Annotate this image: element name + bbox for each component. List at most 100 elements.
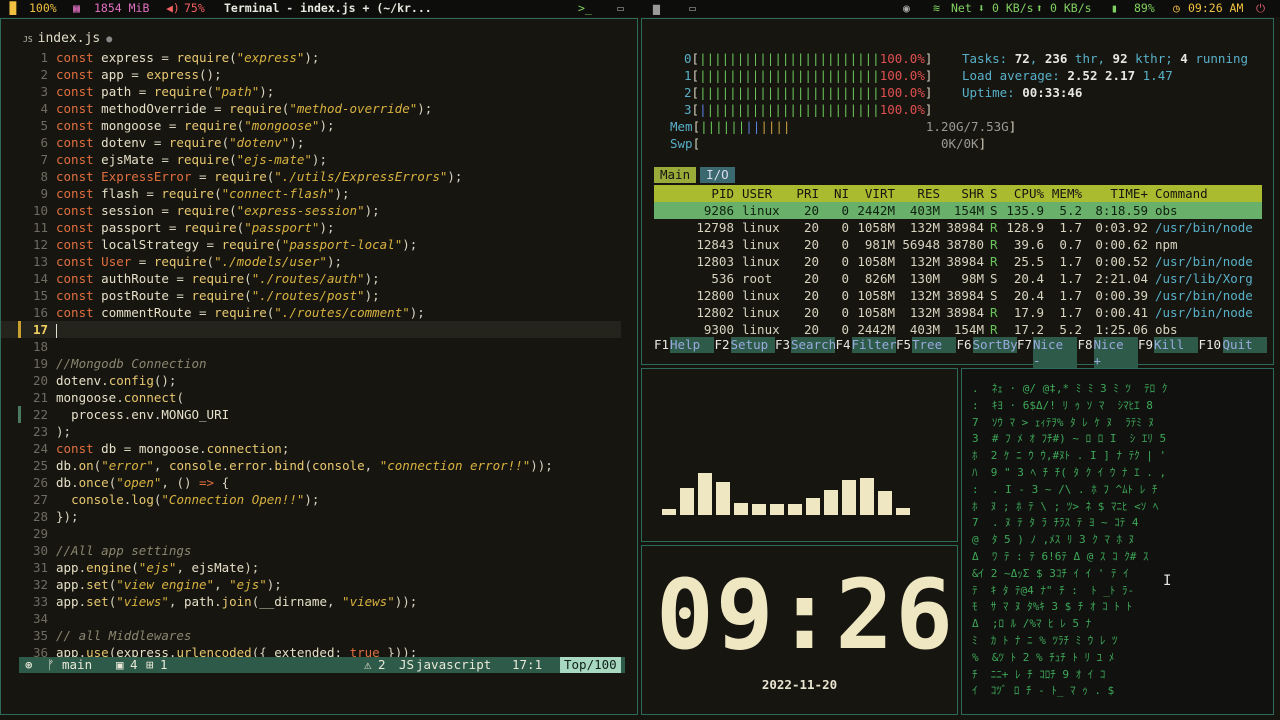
process-cpu: 135.9 xyxy=(1006,203,1044,218)
code-line[interactable]: 13 const User = require("./models/user"); xyxy=(1,253,621,270)
folder-icon[interactable]: ▆ xyxy=(653,0,660,17)
process-row[interactable]: 12803 linux 20 0 1058M 132M 38984 R 25.5 1.7 0:00.… xyxy=(654,253,1262,270)
col-res[interactable]: RES xyxy=(898,185,940,202)
fkey-f7[interactable]: F7 xyxy=(1017,337,1032,353)
process-mem: 1.7 xyxy=(1059,220,1082,235)
fkey-action[interactable]: SortBy xyxy=(972,337,1018,353)
code-line[interactable]: 11 const passport = require("passport"); xyxy=(1,219,621,236)
fkey-action[interactable]: Filter xyxy=(851,337,897,353)
code-line[interactable]: 28}); xyxy=(1,508,621,525)
col-command[interactable]: Command xyxy=(1155,185,1208,202)
process-shr: 98M xyxy=(961,271,984,286)
code-line[interactable]: 24 const db = mongoose.connection; xyxy=(1,440,621,457)
code-line[interactable]: 20 dotenv.config(); xyxy=(1,372,621,389)
fkey-action[interactable]: Kill xyxy=(1154,337,1198,353)
process-row-selected[interactable]: 9286 linux 20 0 2442M 403M 154M S 135.9 5.2 8:18.5… xyxy=(654,202,1262,219)
code-line[interactable]: 32 app.set("view engine", "ejs"); xyxy=(1,576,621,593)
memory-meter: Mem[|||||||||||| 1.20G/7.53G] xyxy=(670,119,1017,134)
process-row[interactable]: 536 root 20 0 826M 130M 98M S 20.4 1.7 2:21.04/usr… xyxy=(654,270,1262,287)
process-virt: 1058M xyxy=(857,305,895,320)
fkey-f1[interactable]: F1 xyxy=(654,337,669,353)
col-ni[interactable]: NI xyxy=(822,185,849,202)
fkey-action[interactable]: Quit xyxy=(1222,337,1267,353)
code-line[interactable]: 26 db.once("open", () => { xyxy=(1,474,621,491)
process-shr: 154M xyxy=(953,322,984,337)
col-mem[interactable]: MEM% xyxy=(1047,185,1082,202)
fkey-f8[interactable]: F8 xyxy=(1078,337,1093,353)
code-line[interactable]: 22 process.env.MONGO_URI xyxy=(1,406,621,423)
code-line[interactable]: 8 const ExpressError = require("./utils/E… xyxy=(1,168,621,185)
editor-tab[interactable]: JS index.js ● xyxy=(23,31,112,46)
process-row[interactable]: 12800 linux 20 0 1058M 132M 38984 S 20.4 1.7 0:00.… xyxy=(654,287,1262,304)
code-line[interactable]: 35// all Middlewares xyxy=(1,627,621,644)
fkey-f9[interactable]: F9 xyxy=(1138,337,1153,353)
fkey-f3[interactable]: F3 xyxy=(775,337,790,353)
code-line[interactable]: 9 const flash = require("connect-flash"); xyxy=(1,185,621,202)
col-pid[interactable]: PID xyxy=(654,185,734,202)
display-icon[interactable]: ▭ xyxy=(689,0,696,17)
process-row[interactable]: 12802 linux 20 0 1058M 132M 38984 R 17.9 1.7 0:00.… xyxy=(654,304,1262,321)
col-cpu[interactable]: CPU% xyxy=(1002,185,1044,202)
process-ni: 0 xyxy=(841,305,849,320)
code-line[interactable]: 21 mongoose.connect( xyxy=(1,389,621,406)
process-row[interactable]: 12843 linux 20 0 981M 56948 38780 R 39.6 0.7 0:00.… xyxy=(654,236,1262,253)
process-pri: 20 xyxy=(803,322,819,337)
code-line[interactable]: 6 const dotenv = require("dotenv"); xyxy=(1,134,621,151)
fkey-action[interactable]: Tree xyxy=(912,337,956,353)
code-line[interactable]: 4 const methodOverride = require("method-… xyxy=(1,100,621,117)
cpu-meter: 3[||||||||||||||||||||||||100.0%] xyxy=(684,102,933,117)
process-row[interactable]: 9300 linux 20 0 2442M 403M 154M R 17.2 5.2 1:25.06… xyxy=(654,321,1262,338)
fkey-action[interactable]: Nice - xyxy=(1033,337,1077,369)
code-line-current[interactable]: 17 xyxy=(1,321,621,338)
tab-main[interactable]: Main xyxy=(654,167,697,183)
fkey-f2[interactable]: F2 xyxy=(715,337,730,353)
code-line[interactable]: 1 const express = require("express"); xyxy=(1,49,621,66)
fkey-action[interactable]: Setup xyxy=(730,337,775,353)
process-pid: 9286 xyxy=(703,203,734,218)
code-line[interactable]: 15 const postRoute = require("./routes/po… xyxy=(1,287,621,304)
code-line[interactable]: 14 const authRoute = require("./routes/au… xyxy=(1,270,621,287)
code-editor-pane[interactable]: JS index.js ● 1 const express = require("ex… xyxy=(0,18,638,715)
code-line[interactable]: 10 const session = require("express-sessi… xyxy=(1,202,621,219)
col-state[interactable]: S xyxy=(990,185,998,202)
code-line[interactable]: 29 xyxy=(1,525,621,542)
col-pri[interactable]: PRI xyxy=(784,185,819,202)
col-time[interactable]: TIME+ xyxy=(1086,185,1148,202)
process-row[interactable]: 12798 linux 20 0 1058M 132M 38984 R 128.9 1.7 0:03… xyxy=(654,219,1262,236)
code-line[interactable]: 34 xyxy=(1,610,621,627)
code-line[interactable]: 31 app.engine("ejs", ejsMate); xyxy=(1,559,621,576)
power-icon[interactable]: ⏻ xyxy=(1256,0,1265,17)
clock-time: 09:26 xyxy=(656,559,955,671)
code-line[interactable]: 3 const path = require("path"); xyxy=(1,83,621,100)
code-line[interactable]: 12 const localStrategy = require("passpor… xyxy=(1,236,621,253)
code-line[interactable]: 23); xyxy=(1,423,621,440)
fkey-action[interactable]: Help xyxy=(670,337,714,353)
fkey-f4[interactable]: F4 xyxy=(836,337,851,353)
code-line[interactable]: 27 console.log("Connection Open!!"); xyxy=(1,491,621,508)
fkey-action[interactable]: Nice + xyxy=(1093,337,1138,369)
changes-icon: ▣ xyxy=(116,657,124,672)
monitor-icon[interactable]: ▭ xyxy=(617,0,624,17)
code-line[interactable]: 16 const commentRoute = require("./routes… xyxy=(1,304,621,321)
code-line[interactable]: 19//Mongodb Connection xyxy=(1,355,621,372)
fkey-f6[interactable]: F6 xyxy=(957,337,972,353)
code-line[interactable]: 7 const ejsMate = require("ejs-mate"); xyxy=(1,151,621,168)
process-mem: 0.7 xyxy=(1059,237,1082,252)
col-shr[interactable]: SHR xyxy=(942,185,984,202)
col-virt[interactable]: VIRT xyxy=(852,185,895,202)
fkey-f5[interactable]: F5 xyxy=(896,337,911,353)
col-user[interactable]: USER xyxy=(742,185,772,202)
process-s: S xyxy=(990,288,998,303)
terminal-icon[interactable]: >_ xyxy=(578,0,592,17)
process-cpu: 17.9 xyxy=(1013,305,1044,320)
fkey-f10[interactable]: F10 xyxy=(1199,337,1222,353)
code-line[interactable]: 18 xyxy=(1,338,621,355)
fkey-action[interactable]: Search xyxy=(791,337,836,353)
code-line[interactable]: 5 const mongoose = require("mongoose"); xyxy=(1,117,621,134)
code-line[interactable]: 25 db.on("error", console.error.bind(cons… xyxy=(1,457,621,474)
code-line[interactable]: 2 const app = express(); xyxy=(1,66,621,83)
htop-pane[interactable]: 0[||||||||||||||||||||||||100.0%] 1[||||… xyxy=(641,18,1274,369)
code-line[interactable]: 30//All app settings xyxy=(1,542,621,559)
tab-io[interactable]: I/O xyxy=(700,167,735,183)
code-line[interactable]: 33 app.set("views", path.join(__dirname, … xyxy=(1,593,621,610)
